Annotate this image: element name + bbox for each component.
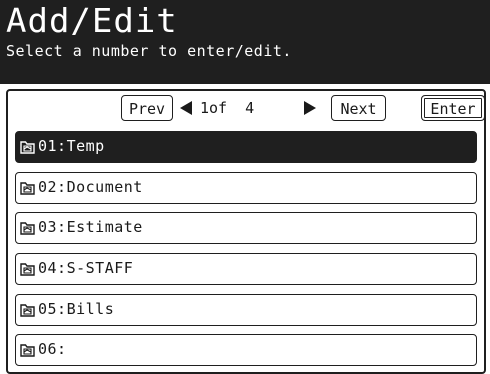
next-button[interactable]: Next [331, 95, 386, 121]
page-title: Add/Edit [6, 1, 178, 41]
folder-icon [20, 263, 35, 276]
header-bar: Add/Edit Select a number to enter/edit. [0, 0, 490, 84]
list-item-label: 04:S-STAFF [38, 259, 134, 277]
list-item-01[interactable]: 01:Temp [15, 131, 477, 163]
list-item-04[interactable]: 04:S-STAFF [15, 253, 477, 285]
fax-screen: Add/Edit Select a number to enter/edit. … [0, 0, 490, 374]
list-item-02[interactable]: 02:Document [15, 172, 477, 204]
list-item-label: 03:Estimate [38, 218, 143, 236]
arrow-right-icon[interactable] [304, 101, 316, 115]
arrow-left-icon[interactable] [180, 101, 192, 115]
prev-button[interactable]: Prev [121, 95, 173, 121]
list-item-label: 01:Temp [38, 137, 105, 155]
list-item-03[interactable]: 03:Estimate [15, 212, 477, 244]
list-item-05[interactable]: 05:Bills [15, 294, 477, 326]
list-item-label: 06: [38, 340, 67, 358]
folder-icon [20, 182, 35, 195]
folder-icon [20, 304, 35, 317]
list-item-label: 05:Bills [38, 300, 115, 318]
folder-icon [20, 222, 35, 235]
list-item-06[interactable]: 06: [15, 334, 477, 366]
list-item-label: 02:Document [38, 178, 143, 196]
folder-icon [20, 141, 35, 154]
enter-button[interactable]: Enter [421, 95, 485, 121]
list-panel: Prev 1of 4 Next Enter 01:Temp 02:Documen… [6, 89, 486, 374]
page-indicator: 1of 4 [200, 99, 255, 117]
folder-icon [20, 344, 35, 357]
page-subtitle: Select a number to enter/edit. [6, 42, 292, 60]
pagination-bar: Prev 1of 4 Next Enter [8, 91, 485, 131]
